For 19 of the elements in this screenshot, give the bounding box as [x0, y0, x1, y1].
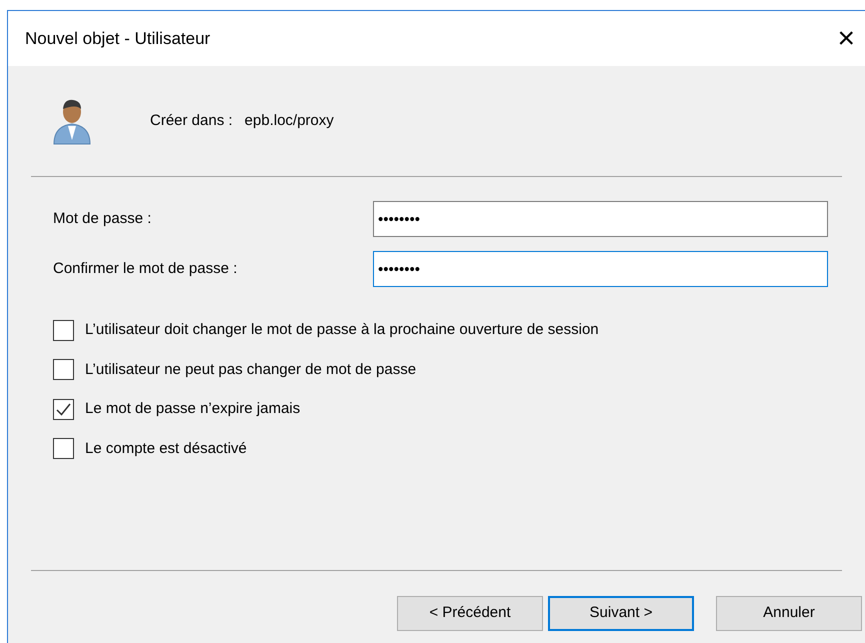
password-field[interactable]: •••••••• — [373, 251, 828, 287]
password-field[interactable]: •••••••• — [373, 201, 828, 237]
checkbox-label: Le mot de passe n’expire jamais — [85, 399, 300, 419]
window-title: Nouvel objet - Utilisateur — [25, 28, 210, 50]
create-in-label: Créer dans : — [150, 110, 233, 131]
field-label: Confirmer le mot de passe : — [53, 258, 238, 279]
field-label: Mot de passe : — [53, 208, 152, 229]
checkbox[interactable] — [53, 438, 74, 460]
create-in-path: epb.loc/proxy — [244, 110, 334, 131]
checkbox[interactable] — [53, 320, 74, 341]
checkbox[interactable] — [53, 398, 74, 420]
close-button[interactable]: × — [833, 24, 859, 54]
dialog-button[interactable]: < Précédent — [397, 596, 543, 631]
checkbox[interactable] — [53, 359, 74, 380]
dialog-button[interactable]: Suivant > — [548, 596, 694, 631]
checkbox-label: Le compte est désactivé — [85, 438, 247, 458]
checkbox-label: L’utilisateur ne peut pas changer de mot de passe — [85, 360, 416, 380]
dialog-button[interactable]: Annuler — [716, 596, 862, 631]
checkbox-label: L’utilisateur doit changer le mot de passe à la prochaine ouverture de session — [85, 320, 599, 340]
